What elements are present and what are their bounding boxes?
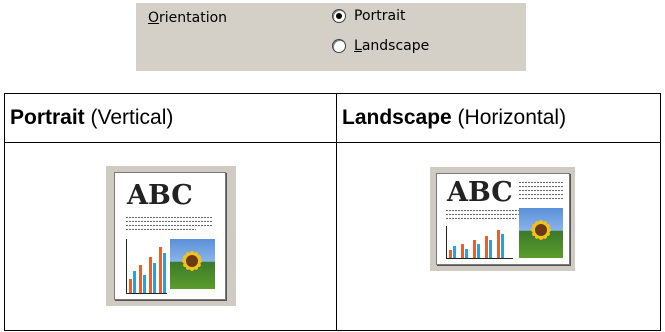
landscape-page: ABC	[436, 173, 570, 265]
landscape-page-preview: ABC	[430, 167, 575, 271]
sunflower-image	[170, 239, 215, 289]
landscape-preview-cell: ABC	[336, 142, 661, 331]
table-row: ABC ABC	[4, 142, 661, 331]
portrait-page: ABC	[114, 172, 226, 300]
landscape-abc-heading: ABC	[447, 177, 513, 208]
orientation-comparison-table: Portrait (Vertical) Landscape (Horizonta…	[4, 93, 661, 331]
landscape-radio-option[interactable]: Landscape	[332, 38, 429, 54]
orientation-group: Orientation Portrait Landscape	[136, 3, 526, 71]
portrait-bar-chart	[126, 239, 167, 294]
landscape-bar-chart	[446, 226, 513, 259]
portrait-radio-button[interactable]	[332, 9, 346, 23]
portrait-page-preview: ABC	[106, 166, 236, 306]
landscape-option-label: Landscape	[354, 38, 430, 54]
portrait-preview-cell: ABC	[4, 142, 337, 331]
table-header-row: Portrait (Vertical) Landscape (Horizonta…	[4, 93, 661, 143]
portrait-radio-option[interactable]: Portrait	[332, 8, 405, 24]
sunflower-image	[519, 208, 563, 258]
portrait-option-label: Portrait	[354, 8, 406, 24]
portrait-abc-heading: ABC	[127, 180, 193, 211]
portrait-column-header: Portrait (Vertical)	[4, 93, 337, 143]
landscape-column-header: Landscape (Horizontal)	[336, 93, 661, 143]
landscape-radio-button[interactable]	[332, 39, 346, 53]
orientation-label: Orientation	[148, 10, 228, 26]
